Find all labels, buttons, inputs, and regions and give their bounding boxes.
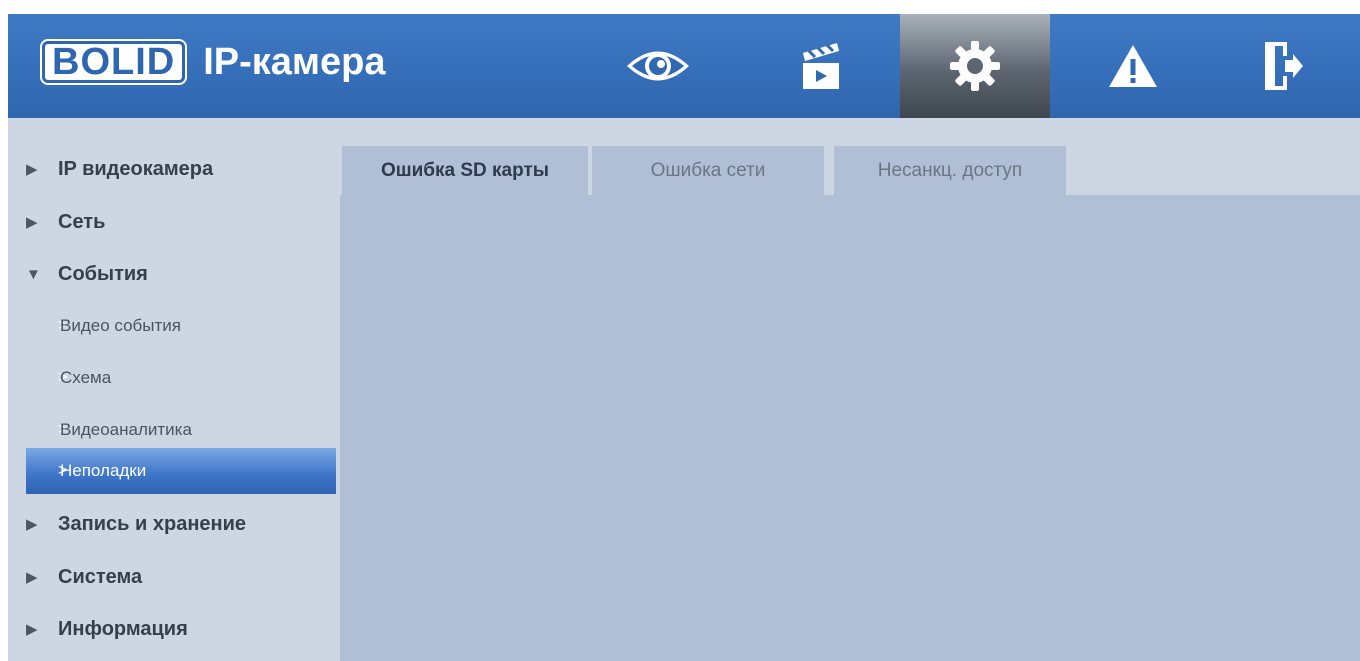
sidebar-item-system[interactable]: ▶ Система [26,562,142,592]
sidebar-item-information[interactable]: ▶ Информация [26,614,188,644]
sidebar-subitem-label: Видео события [60,316,181,335]
main-content: Ошибка SD карты Ошибка сети Несанкц. дос… [340,118,1360,661]
sidebar-subitem-label: Схема [60,368,112,387]
settings-button[interactable] [900,14,1050,118]
gear-icon [950,41,1000,91]
sidebar-subitem-faults[interactable]: > Неполадки [26,448,336,494]
sidebar-item-label: Система [58,565,143,588]
sidebar-item-label: IP видеокамера [58,157,214,180]
sidebar-item-label: Сеть [58,210,106,233]
eye-icon [627,51,689,81]
sidebar-item-label: События [58,262,148,285]
sidebar-subitem-video-analytics[interactable]: > Видеоаналитика [26,415,340,445]
logo-title: IP-камера [203,41,386,83]
tab-label: Ошибка сети [650,159,766,181]
sidebar-subitem-label: Неполадки [60,461,147,480]
tab-unauthorized-access[interactable]: Несанкц. доступ [834,146,1066,195]
sidebar-item-label: Информация [58,617,188,640]
clapperboard-icon [803,43,839,89]
playback-button[interactable] [746,14,896,118]
chevron-right-icon: > [58,462,68,479]
expand-arrow-icon: ▶ [26,516,38,533]
sidebar-item-recording-storage[interactable]: ▶ Запись и хранение [26,509,246,539]
sidebar-item-events[interactable]: ▼ События [26,259,148,289]
collapse-arrow-icon: ▼ [26,265,41,283]
tab-label: Несанкц. доступ [877,159,1023,181]
tab-bar: Ошибка SD карты Ошибка сети Несанкц. дос… [340,118,1360,195]
chevron-right-icon: > [58,421,68,438]
tab-label: Ошибка SD карты [380,159,550,181]
logout-button[interactable] [1208,14,1358,118]
sidebar-subitem-label: Видеоаналитика [60,420,192,439]
logo: BOLID IP-камера [42,40,386,84]
tab-network-error[interactable]: Ошибка сети [592,146,824,195]
expand-arrow-icon: ▶ [26,621,38,638]
chevron-right-icon: > [58,317,68,334]
sidebar-subitem-video-events[interactable]: > Видео события [26,311,340,341]
top-header: BOLID IP-камера [8,14,1360,118]
live-view-button[interactable] [583,14,733,118]
warning-icon [1109,45,1157,87]
expand-arrow-icon: ▶ [26,161,38,178]
logo-brand: BOLID [42,41,186,83]
sidebar-item-ip-camera[interactable]: ▶ IP видеокамера [26,154,213,184]
sidebar-item-label: Запись и хранение [58,512,247,535]
sidebar-item-network[interactable]: ▶ Сеть [26,207,105,237]
expand-arrow-icon: ▶ [26,569,38,586]
tab-sd-card-error[interactable]: Ошибка SD карты [342,146,588,195]
app-frame: BOLID IP-камера ▶ IP видеокамера ▶ Сеть … [8,14,1360,661]
sidebar: ▶ IP видеокамера ▶ Сеть ▼ События > Виде… [8,118,340,661]
expand-arrow-icon: ▶ [26,214,38,231]
exit-icon [1265,42,1303,90]
alarm-button[interactable] [1058,14,1208,118]
chevron-right-icon: > [58,369,68,386]
sidebar-subitem-scheme[interactable]: > Схема [26,363,340,393]
